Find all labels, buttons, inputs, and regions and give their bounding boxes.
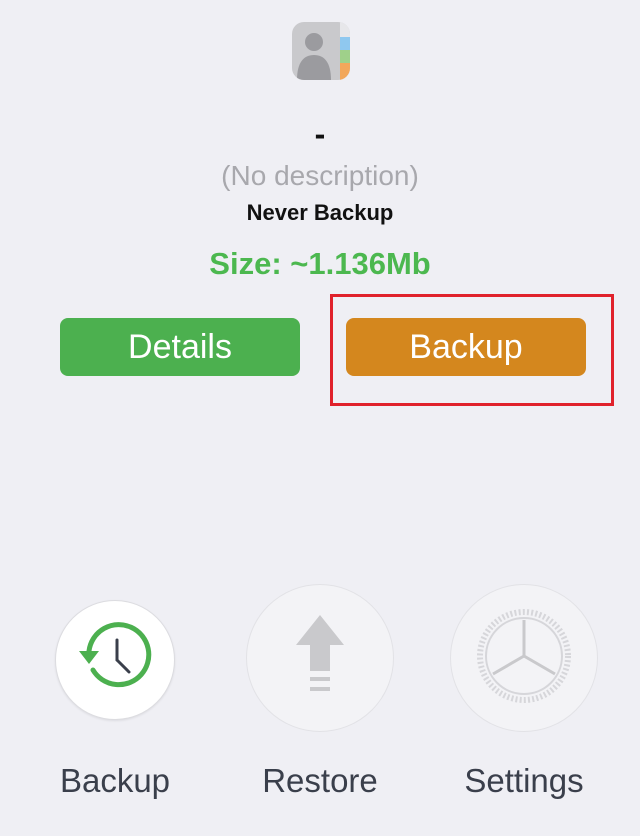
item-description: (No description) bbox=[221, 160, 419, 191]
tab-settings-label[interactable]: Settings bbox=[424, 762, 624, 800]
clock-backup-icon bbox=[75, 618, 155, 703]
gear-icon bbox=[474, 606, 574, 711]
tab-settings[interactable] bbox=[434, 584, 614, 732]
size-label: Size: ~1.136Mb bbox=[209, 246, 431, 281]
tab-backup[interactable] bbox=[25, 590, 205, 720]
item-title: - bbox=[314, 116, 326, 152]
tab-backup-circle[interactable] bbox=[55, 600, 175, 720]
tab-settings-circle[interactable] bbox=[450, 584, 598, 732]
tab-backup-label[interactable]: Backup bbox=[15, 762, 215, 800]
details-button[interactable]: Details bbox=[60, 318, 300, 376]
tab-restore-circle[interactable] bbox=[246, 584, 394, 732]
tab-restore[interactable] bbox=[230, 584, 410, 732]
backup-status: Never Backup bbox=[246, 200, 394, 225]
tab-restore-label[interactable]: Restore bbox=[220, 762, 420, 800]
contacts-icon bbox=[292, 22, 350, 80]
backup-button[interactable]: Backup bbox=[346, 318, 586, 376]
upload-arrow-icon bbox=[290, 611, 350, 706]
